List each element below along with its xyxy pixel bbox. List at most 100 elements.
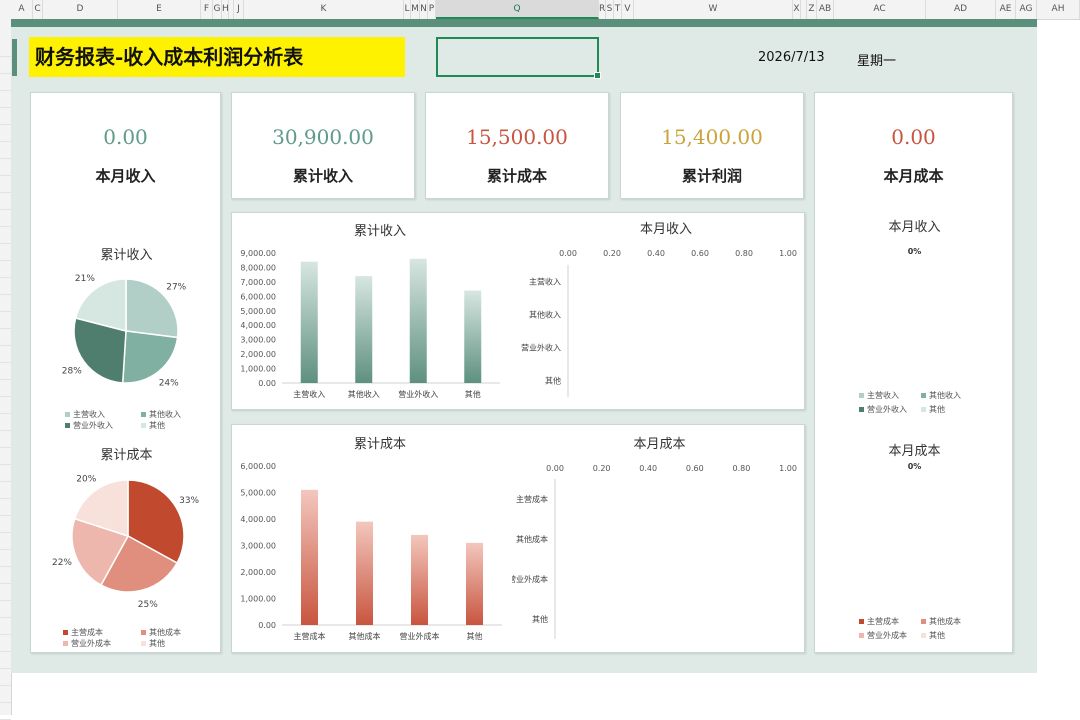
x-tick-label: 0.60 <box>686 464 704 473</box>
row-header[interactable] <box>0 328 11 346</box>
row-header[interactable] <box>0 226 11 244</box>
row-header[interactable] <box>0 158 11 176</box>
row-header[interactable] <box>0 430 11 448</box>
legend-item: 主营成本 <box>63 627 103 638</box>
row-header[interactable] <box>0 277 11 295</box>
column-header-ad[interactable]: AD <box>926 0 996 19</box>
row-header[interactable] <box>0 294 11 312</box>
row-header[interactable] <box>0 651 11 669</box>
column-header-c[interactable]: C <box>33 0 43 19</box>
x-tick-label: 其他成本 <box>349 631 381 641</box>
legend-item: 营业外收入 <box>65 420 113 431</box>
row-header[interactable] <box>0 515 11 533</box>
row-header[interactable] <box>0 39 11 57</box>
column-header-w[interactable]: W <box>634 0 793 19</box>
y-tick-label: 营业外成本 <box>512 574 548 584</box>
column-header-e[interactable]: E <box>118 0 201 19</box>
legend-item: 主营收入 <box>859 390 899 401</box>
row-header[interactable] <box>0 345 11 363</box>
column-header-g[interactable]: G <box>213 0 222 19</box>
column-header-x[interactable]: X <box>793 0 801 19</box>
row-header[interactable] <box>0 396 11 414</box>
column-header-f[interactable]: F <box>201 0 213 19</box>
pie-month-cost-title: 本月成本 <box>888 444 941 459</box>
pie-data-label: 27% <box>166 283 186 293</box>
bar <box>411 534 428 625</box>
row-header[interactable] <box>0 600 11 618</box>
hbar-month-cost-chart: 本月成本 0.00 0.20 0.40 0.60 0.80 1.00 主营成本其他成本营业外成… <box>512 437 797 639</box>
x-tick-label: 0.80 <box>735 249 753 258</box>
pie-data-label: 22% <box>52 558 72 568</box>
row-header[interactable] <box>0 175 11 193</box>
column-header-d[interactable]: D <box>43 0 118 19</box>
card-right: 0.00 本月成本 本月收入 0% 主营收入 其他收入 营业外收入 其他 本月成… <box>814 92 1013 653</box>
column-header-t[interactable]: T <box>614 0 622 19</box>
bar-cost-chart: 累计成本 0.00 1,000.00 2,000.00 3,000.00 4,000.00… <box>240 437 502 641</box>
y-tick-label: 其他 <box>532 614 548 624</box>
row-header[interactable] <box>0 379 11 397</box>
column-header-z[interactable]: Z <box>807 0 817 19</box>
column-header-k[interactable]: K <box>244 0 404 19</box>
row-header[interactable] <box>0 481 11 499</box>
row-header[interactable] <box>0 532 11 550</box>
row-header[interactable] <box>0 56 11 74</box>
row-header[interactable] <box>0 362 11 380</box>
row-header[interactable] <box>0 413 11 431</box>
column-header-a[interactable]: A <box>11 0 33 19</box>
legend-item: 其他 <box>141 420 165 431</box>
x-tick-label: 0.60 <box>691 249 709 258</box>
pie-data-label: 24% <box>159 379 179 389</box>
column-header-bar: A C D E F G H J K L M N P Q R S T V W X Z AB AC AD AE AG AH <box>0 0 1080 20</box>
pie-month-income-title: 本月收入 <box>888 220 941 235</box>
column-header-ae[interactable]: AE <box>996 0 1016 19</box>
bar <box>301 489 318 625</box>
row-header[interactable] <box>0 311 11 329</box>
pie-title: 累计成本 <box>100 448 152 463</box>
kpi-month-cost-label: 本月成本 <box>883 167 944 185</box>
pie-cost-chart: 累计成本 33% 25% 22% 20% <box>52 448 200 610</box>
column-header-h[interactable]: H <box>222 0 229 19</box>
column-header-m[interactable]: M <box>411 0 420 19</box>
kpi-card-total-cost: 15,500.00 累计成本 <box>425 92 609 199</box>
pie-income-chart: 累计收入 27% 24% 28% 21% <box>62 248 187 389</box>
row-header[interactable] <box>0 498 11 516</box>
column-header-v[interactable]: V <box>622 0 634 19</box>
row-header[interactable] <box>0 124 11 142</box>
legend-item: 营业外成本 <box>859 630 907 641</box>
column-header-s[interactable]: S <box>606 0 614 19</box>
y-tick-label: 主营成本 <box>516 494 548 504</box>
row-header[interactable] <box>0 141 11 159</box>
row-header[interactable] <box>0 464 11 482</box>
column-header-n[interactable]: N <box>420 0 428 19</box>
row-header[interactable] <box>0 209 11 227</box>
row-header[interactable] <box>0 107 11 125</box>
row-header[interactable] <box>0 668 11 686</box>
row-header[interactable] <box>0 566 11 584</box>
row-header[interactable] <box>0 634 11 652</box>
row-header[interactable] <box>0 447 11 465</box>
x-tick-label: 营业外收入 <box>398 389 438 399</box>
column-header-ab[interactable]: AB <box>817 0 834 19</box>
column-header-ah[interactable]: AH <box>1037 0 1080 19</box>
pie-month-cost-label: 0% <box>907 462 922 471</box>
row-header[interactable] <box>0 260 11 278</box>
row-header[interactable] <box>0 192 11 210</box>
column-header-r[interactable]: R <box>599 0 606 19</box>
column-header-ag[interactable]: AG <box>1016 0 1037 19</box>
row-header[interactable] <box>0 583 11 601</box>
row-header[interactable] <box>0 617 11 635</box>
row-header[interactable] <box>0 73 11 91</box>
row-header[interactable] <box>0 685 11 703</box>
row-header[interactable] <box>0 702 11 720</box>
column-header-l[interactable]: L <box>404 0 411 19</box>
hbar-chart-title: 本月成本 <box>633 437 685 452</box>
column-header-ac[interactable]: AC <box>834 0 926 19</box>
column-header-j[interactable]: J <box>234 0 244 19</box>
row-header[interactable] <box>0 90 11 108</box>
cell-fill-handle[interactable] <box>594 72 601 79</box>
selected-cell[interactable] <box>436 37 601 79</box>
column-header-p[interactable]: P <box>428 0 436 19</box>
row-header[interactable] <box>0 243 11 261</box>
column-header-q[interactable]: Q <box>436 0 599 19</box>
row-header[interactable] <box>0 549 11 567</box>
